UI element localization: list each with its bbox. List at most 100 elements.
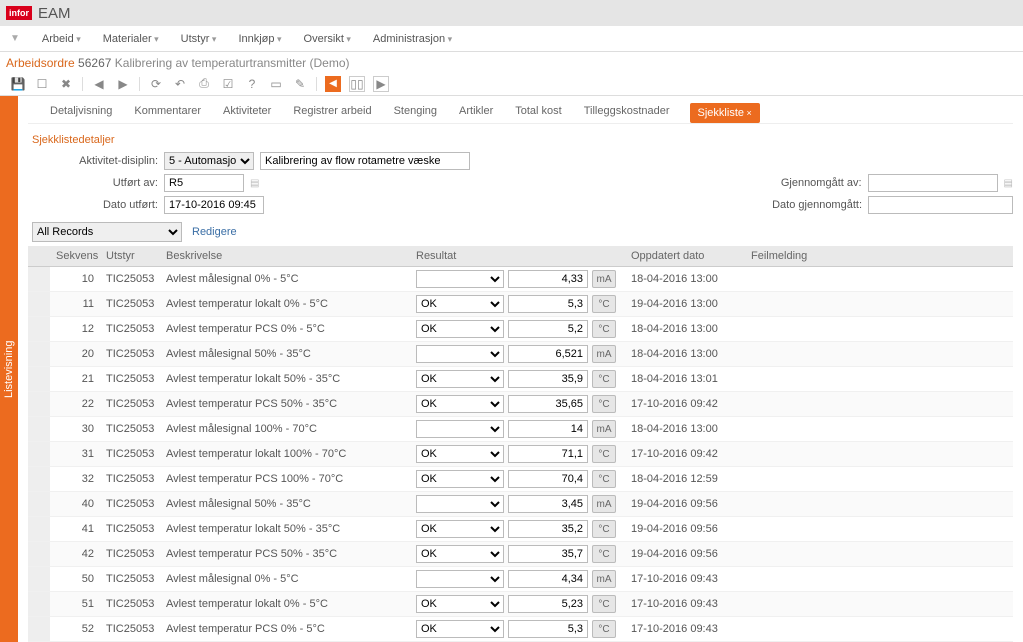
row-selector[interactable] (28, 442, 50, 467)
help-icon[interactable]: ? (244, 76, 260, 92)
book-icon[interactable]: ▭ (268, 76, 284, 92)
row-selector[interactable] (28, 542, 50, 567)
row-selector[interactable] (28, 367, 50, 392)
select-result-status[interactable] (416, 495, 504, 513)
select-result-status[interactable]: OK (416, 595, 504, 613)
table-row[interactable]: 30TIC25053Avlest målesignal 100% - 70°Cm… (28, 417, 1013, 442)
tab-kommentarer[interactable]: Kommentarer (132, 99, 203, 123)
input-result-value[interactable] (508, 595, 588, 613)
prev-icon[interactable]: ◀ (91, 76, 107, 92)
menu-oversikt[interactable]: Oversikt (304, 33, 351, 45)
row-selector[interactable] (28, 417, 50, 442)
table-row[interactable]: 31TIC25053Avlest temperatur lokalt 100% … (28, 442, 1013, 467)
table-row[interactable]: 40TIC25053Avlest målesignal 50% - 35°CmA… (28, 492, 1013, 517)
input-utfort-av[interactable] (164, 174, 244, 192)
next-icon[interactable]: ▶ (115, 76, 131, 92)
lookup-icon[interactable]: ▤ (250, 178, 259, 189)
col-utstyr[interactable]: Utstyr (100, 246, 160, 267)
select-result-status[interactable]: OK (416, 395, 504, 413)
input-result-value[interactable] (508, 570, 588, 588)
menu-utstyr[interactable]: Utstyr (181, 33, 217, 45)
tab-artikler[interactable]: Artikler (457, 99, 495, 123)
table-row[interactable]: 32TIC25053Avlest temperatur PCS 100% - 7… (28, 467, 1013, 492)
row-selector[interactable] (28, 517, 50, 542)
select-result-status[interactable]: OK (416, 520, 504, 538)
menu-administrasjon[interactable]: Administrasjon (373, 33, 452, 45)
row-selector[interactable] (28, 392, 50, 417)
tab-aktiviteter[interactable]: Aktiviteter (221, 99, 273, 123)
refresh-icon[interactable]: ⟳ (148, 76, 164, 92)
col-resultat[interactable]: Resultat (410, 246, 625, 267)
input-result-value[interactable] (508, 470, 588, 488)
menu-materialer[interactable]: Materialer (103, 33, 159, 45)
table-row[interactable]: 51TIC25053Avlest temperatur lokalt 0% - … (28, 592, 1013, 617)
col-beskrivelse[interactable]: Beskrivelse (160, 246, 410, 267)
select-result-status[interactable]: OK (416, 545, 504, 563)
table-row[interactable]: 11TIC25053Avlest temperatur lokalt 0% - … (28, 292, 1013, 317)
table-row[interactable]: 10TIC25053Avlest målesignal 0% - 5°CmA18… (28, 267, 1013, 292)
table-row[interactable]: 21TIC25053Avlest temperatur lokalt 50% -… (28, 367, 1013, 392)
input-dato-utfort[interactable] (164, 196, 264, 214)
select-result-status[interactable] (416, 345, 504, 363)
select-result-status[interactable]: OK (416, 620, 504, 638)
select-result-status[interactable]: OK (416, 295, 504, 313)
table-row[interactable]: 20TIC25053Avlest målesignal 50% - 35°CmA… (28, 342, 1013, 367)
menu-innkjop[interactable]: Innkjøp (238, 33, 281, 45)
undo-icon[interactable]: ↶ (172, 76, 188, 92)
new-icon[interactable]: ☐ (34, 76, 50, 92)
select-aktivitet[interactable]: 5 - Automasjon (164, 152, 254, 170)
input-gjennomgatt-av[interactable] (868, 174, 998, 192)
row-selector[interactable] (28, 292, 50, 317)
row-selector[interactable] (28, 317, 50, 342)
input-dato-gjennomgatt[interactable] (868, 196, 1013, 214)
table-row[interactable]: 42TIC25053Avlest temperatur PCS 50% - 35… (28, 542, 1013, 567)
input-result-value[interactable] (508, 370, 588, 388)
select-result-status[interactable] (416, 420, 504, 438)
tab-registrer-arbeid[interactable]: Registrer arbeid (291, 99, 373, 123)
tab-tilleggskostnader[interactable]: Tilleggskostnader (582, 99, 672, 123)
input-result-value[interactable] (508, 445, 588, 463)
panel-split-icon[interactable]: ▯▯ (349, 76, 365, 92)
tab-stenging[interactable]: Stenging (392, 99, 439, 123)
input-result-value[interactable] (508, 520, 588, 538)
table-row[interactable]: 12TIC25053Avlest temperatur PCS 0% - 5°C… (28, 317, 1013, 342)
menu-collapse-icon[interactable]: ▼ (10, 33, 20, 44)
select-result-status[interactable] (416, 270, 504, 288)
row-selector[interactable] (28, 567, 50, 592)
row-selector[interactable] (28, 492, 50, 517)
sidebar-tab-listevisning[interactable]: Listevisning (0, 96, 18, 642)
select-result-status[interactable]: OK (416, 445, 504, 463)
select-result-status[interactable]: OK (416, 370, 504, 388)
row-selector[interactable] (28, 342, 50, 367)
row-selector[interactable] (28, 467, 50, 492)
save-icon[interactable]: 💾 (10, 76, 26, 92)
row-selector[interactable] (28, 617, 50, 642)
row-selector[interactable] (28, 592, 50, 617)
link-redigere[interactable]: Redigere (192, 226, 237, 238)
input-result-value[interactable] (508, 395, 588, 413)
input-result-value[interactable] (508, 345, 588, 363)
col-sekvens[interactable]: Sekvens (50, 246, 100, 267)
row-selector[interactable] (28, 267, 50, 292)
attach-icon[interactable]: ☑ (220, 76, 236, 92)
input-result-value[interactable] (508, 295, 588, 313)
table-row[interactable]: 50TIC25053Avlest målesignal 0% - 5°CmA17… (28, 567, 1013, 592)
input-result-value[interactable] (508, 495, 588, 513)
menu-arbeid[interactable]: Arbeid (42, 33, 81, 45)
select-result-status[interactable]: OK (416, 320, 504, 338)
filter-select[interactable]: All Records (32, 222, 182, 242)
table-row[interactable]: 52TIC25053Avlest temperatur PCS 0% - 5°C… (28, 617, 1013, 642)
table-row[interactable]: 22TIC25053Avlest temperatur PCS 50% - 35… (28, 392, 1013, 417)
input-result-value[interactable] (508, 320, 588, 338)
panel-toggle-right-icon[interactable]: ▶ (373, 76, 389, 92)
input-result-value[interactable] (508, 270, 588, 288)
lookup-icon[interactable]: ▤ (1004, 178, 1013, 189)
edit-icon[interactable]: ✎ (292, 76, 308, 92)
print-icon[interactable]: ⎙ (196, 76, 212, 92)
input-result-value[interactable] (508, 545, 588, 563)
col-feilmelding[interactable]: Feilmelding (745, 246, 893, 267)
select-result-status[interactable] (416, 570, 504, 588)
delete-icon[interactable]: ✖ (58, 76, 74, 92)
tab-detaljvisning[interactable]: Detaljvisning (48, 99, 114, 123)
tab-total-kost[interactable]: Total kost (513, 99, 563, 123)
